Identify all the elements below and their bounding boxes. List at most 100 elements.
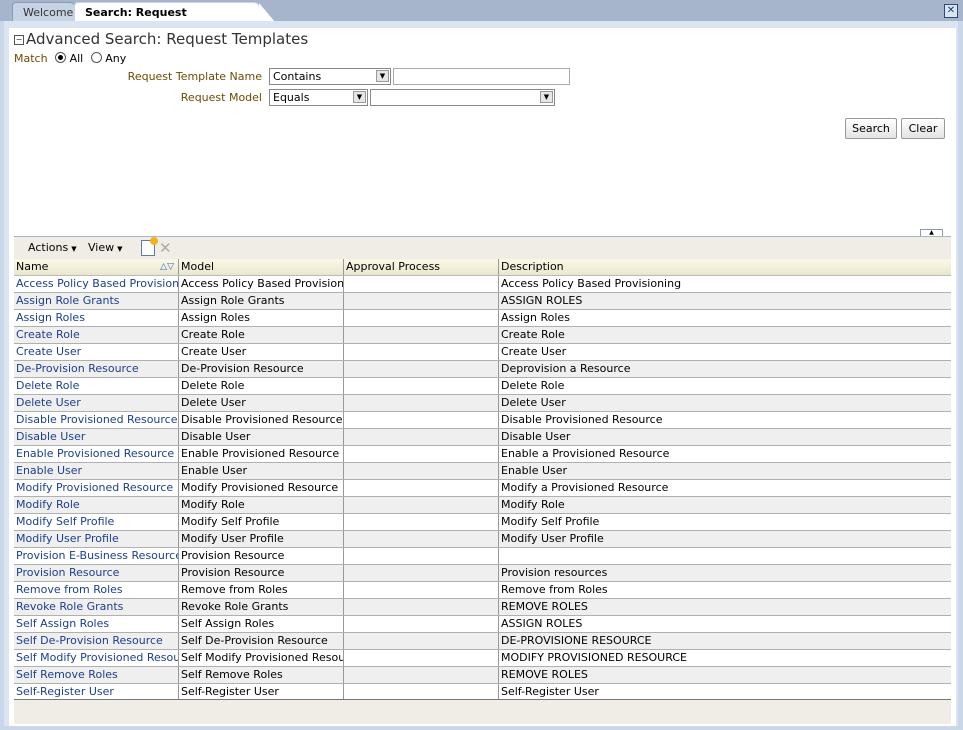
cell-model: Enable User [179,463,344,479]
cell-description: Disable Provisioned Resource [501,413,663,426]
request-model-operator-select[interactable]: Equals ▼ [269,89,368,106]
table-row[interactable]: Enable Provisioned Resource Enable Provis… [14,446,951,463]
tab-search-request-templates[interactable]: Search: Request Templates [74,2,275,38]
request-model-value-select[interactable]: ▼ [370,89,555,106]
chevron-down-icon[interactable]: ▼ [353,91,366,103]
cell-description: ASSIGN ROLES [501,617,583,630]
cell-name[interactable]: Assign Role Grants [14,293,179,309]
clear-button[interactable]: Clear [901,118,945,139]
table-row[interactable]: Self Assign Roles Self Assign Roles ASSIGN… [14,616,951,633]
column-name-label: Name [16,260,49,273]
cell-name[interactable]: Self De-Provision Resource [14,633,179,649]
column-header-name[interactable]: Name △▽ [14,259,179,275]
cell-description: DE-PROVISIONE RESOURCE [501,634,652,647]
cell-name[interactable]: Provision Resource [14,565,179,581]
cell-name[interactable]: De-Provision Resource [14,361,179,377]
cell-approval-process [344,565,499,581]
table-toolbar: Actions ▼ View ▼ ✕ [14,237,951,259]
cell-name[interactable]: Enable Provisioned Resource [14,446,179,462]
cell-name[interactable]: Delete Role [14,378,179,394]
cell-name[interactable]: Self-Register User [14,684,179,700]
table-row[interactable]: Assign Roles Assign Roles Assign Roles [14,310,951,327]
cell-name[interactable]: Access Policy Based Provisioning [14,276,179,292]
create-icon[interactable] [141,237,158,256]
cell-name[interactable]: Disable User [14,429,179,445]
table-row[interactable]: Modify User Profile Modify User Profile Mo… [14,531,951,548]
sort-icon[interactable]: △▽ [160,259,174,275]
request-template-name-input[interactable] [393,68,570,85]
cell-description: REMOVE ROLES [501,600,588,613]
chevron-down-icon[interactable]: ▼ [376,70,389,82]
cell-name[interactable]: Create Role [14,327,179,343]
cell-name[interactable]: Self Remove Roles [14,667,179,683]
table-row[interactable]: Remove from Roles Remove from Roles Remove… [14,582,951,599]
cell-name[interactable]: Revoke Role Grants [14,599,179,615]
table-row[interactable]: De-Provision Resource De-Provision Resour… [14,361,951,378]
actions-menu[interactable]: Actions ▼ [28,241,77,254]
chevron-down-icon[interactable]: ▼ [540,91,553,103]
table-row[interactable]: Create Role Create Role Create Role [14,327,951,344]
cell-name[interactable]: Modify Self Profile [14,514,179,530]
cell-model: Assign Role Grants [179,293,344,309]
cell-name[interactable]: Disable Provisioned Resource [14,412,179,428]
column-header-description[interactable]: Description [499,259,951,275]
cell-model: Self Modify Provisioned Resource [179,650,344,666]
table-row[interactable]: Delete Role Delete Role Delete Role [14,378,951,395]
table-row[interactable]: Provision E-Business Resource Provision R… [14,548,951,565]
table-row[interactable]: Modify Provisioned Resource Modify Provis… [14,480,951,497]
cell-model: Self-Register User [179,684,344,700]
operator-value: Equals [273,91,310,104]
cell-name[interactable]: Self Assign Roles [14,616,179,632]
view-menu[interactable]: View ▼ [88,241,123,254]
table-row[interactable]: Provision Resource Provision Resource Prov… [14,565,951,582]
table-row[interactable]: Self Remove Roles Self Remove Roles REMOVE… [14,667,951,684]
table-row[interactable]: Revoke Role Grants Revoke Role Grants REMO… [14,599,951,616]
cell-description: Assign Roles [501,311,570,324]
cell-approval-process [344,310,499,326]
cell-name[interactable]: Delete User [14,395,179,411]
cell-description: Delete Role [501,379,565,392]
table-row[interactable]: Create User Create User Create User [14,344,951,361]
search-button[interactable]: Search [845,118,897,139]
close-icon[interactable]: ✕ [944,4,958,18]
table-row[interactable]: Enable User Enable User Enable User [14,463,951,480]
cell-description: Modify a Provisioned Resource [501,481,669,494]
match-all-radio[interactable] [55,52,67,63]
cell-model: Assign Roles [179,310,344,326]
column-header-model[interactable]: Model [179,259,344,275]
cell-name[interactable]: Modify User Profile [14,531,179,547]
match-any-radio[interactable] [90,52,102,63]
match-any-label: Any [105,52,127,65]
cell-name[interactable]: Self Modify Provisioned Resource [14,650,179,666]
cell-model: Enable Provisioned Resource [179,446,344,462]
tab-welcome[interactable]: Welcome [12,2,76,22]
cell-approval-process [344,276,499,292]
table-row[interactable]: Disable User Disable User Disable User [14,429,951,446]
table-row[interactable]: Delete User Delete User Delete User [14,395,951,412]
table-row[interactable]: Self Modify Provisioned ResourceSelf Mod… [14,650,951,667]
cell-description: Deprovision a Resource [501,362,631,375]
cell-name[interactable]: Remove from Roles [14,582,179,598]
table-row[interactable]: Disable Provisioned Resource Disable Prov… [14,412,951,429]
cell-model: Remove from Roles [179,582,344,598]
cell-name[interactable]: Modify Provisioned Resource [14,480,179,496]
column-header-approval-process[interactable]: Approval Process [344,259,499,275]
cell-name[interactable]: Enable User [14,463,179,479]
actions-label: Actions [28,241,69,254]
cell-name[interactable]: Create User [14,344,179,360]
table-row[interactable]: Assign Role Grants Assign Role Grants ASSI… [14,293,951,310]
minus-box-icon[interactable]: − [14,35,24,45]
delete-icon[interactable]: ✕ [159,239,172,257]
table-row[interactable]: Modify Self Profile Modify Self Profile Mo… [14,514,951,531]
cell-approval-process [344,293,499,309]
table-row[interactable]: Self De-Provision Resource Self De-Provis… [14,633,951,650]
cell-approval-process [344,412,499,428]
request-template-name-operator-select[interactable]: Contains ▼ [269,68,391,85]
table-row[interactable]: Access Policy Based Provisioning Access P… [14,276,951,293]
view-label: View [88,241,115,254]
table-row[interactable]: Modify Role Modify Role Modify Role [14,497,951,514]
cell-description: Disable User [501,430,571,443]
cell-name[interactable]: Provision E-Business Resource [14,548,179,564]
cell-name[interactable]: Modify Role [14,497,179,513]
cell-name[interactable]: Assign Roles [14,310,179,326]
